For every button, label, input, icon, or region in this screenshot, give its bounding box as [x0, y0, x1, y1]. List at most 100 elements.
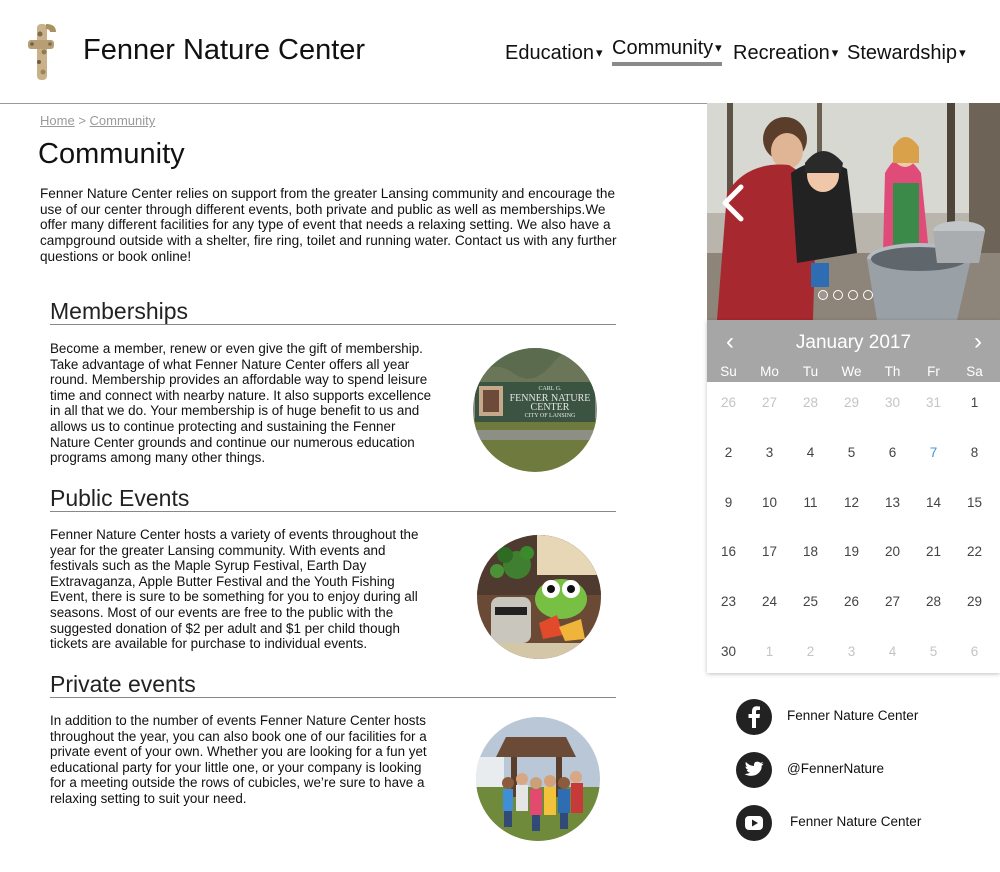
nav-recreation-label: Recreation [733, 42, 830, 64]
breadcrumb: Home > Community [40, 113, 155, 128]
twitter-icon[interactable] [736, 752, 772, 788]
nav-community[interactable]: Community ▾ [612, 37, 722, 60]
calendar-day[interactable]: 10 [749, 495, 790, 510]
calendar-day[interactable]: 27 [872, 594, 913, 609]
intro-paragraph: Fenner Nature Center relies on support f… [40, 186, 617, 264]
nav-education-label: Education [505, 42, 594, 64]
nav-stewardship-label: Stewardship [847, 42, 958, 64]
calendar-day[interactable]: 29 [954, 594, 995, 609]
private-events-photo [476, 717, 600, 841]
calendar-day[interactable]: 16 [708, 544, 749, 559]
nav-community-label: Community [612, 37, 714, 59]
calendar-day[interactable]: 4 [872, 644, 913, 659]
memberships-photo: CARL G. FENNER NATURE CENTER CITY OF LAN… [473, 348, 597, 472]
calendar-day[interactable]: 2 [790, 644, 831, 659]
calendar-day[interactable]: 13 [872, 495, 913, 510]
page-title: Community [38, 138, 185, 170]
memberships-text: Become a member, renew or even give the … [50, 341, 432, 466]
calendar-day[interactable]: 5 [831, 445, 872, 460]
calendar-day[interactable]: 15 [954, 495, 995, 510]
public-events-section: Public Events Fenner Nature Center hosts… [50, 485, 616, 659]
sign-text: CARL G. FENNER NATURE CENTER CITY OF LAN… [509, 386, 591, 419]
section-divider [50, 697, 616, 698]
calendar-next-month-button[interactable]: › [965, 328, 991, 356]
private-events-section: Private events In addition to the number… [50, 671, 616, 846]
calendar-day[interactable]: 6 [872, 445, 913, 460]
calendar-day[interactable]: 2 [708, 445, 749, 460]
chevron-down-icon: ▾ [715, 40, 722, 55]
weekday-label: Fr [927, 364, 940, 379]
calendar-day[interactable]: 18 [790, 544, 831, 559]
calendar-day[interactable]: 3 [831, 644, 872, 659]
memberships-heading: Memberships [50, 298, 189, 324]
slide-dot-1[interactable] [818, 290, 828, 300]
private-events-heading: Private events [50, 671, 196, 697]
calendar-day[interactable]: 21 [913, 544, 954, 559]
twitter-label[interactable]: @FennerNature [787, 761, 884, 776]
events-calendar: ‹ January 2017 › Su Mo Tu We Th Fr Sa 26 27 28 29… [707, 320, 1000, 673]
calendar-day[interactable]: 23 [708, 594, 749, 609]
weekday-label: Tu [802, 364, 819, 379]
nav-stewardship[interactable]: Stewardship ▾ [847, 42, 966, 65]
calendar-day[interactable]: 19 [831, 544, 872, 559]
calendar-day[interactable]: 5 [913, 644, 954, 659]
breadcrumb-home-link[interactable]: Home [40, 113, 75, 128]
nav-education[interactable]: Education ▾ [505, 42, 603, 65]
slide-dot-3[interactable] [848, 290, 858, 300]
calendar-header: ‹ January 2017 › Su Mo Tu We Th Fr Sa [707, 320, 1000, 382]
weekday-label: Sa [966, 364, 983, 379]
calendar-day[interactable]: 1 [749, 644, 790, 659]
calendar-day[interactable]: 27 [749, 395, 790, 410]
calendar-day[interactable]: 31 [913, 395, 954, 410]
weekday-label: Mo [760, 364, 779, 379]
weekday-label: Su [720, 364, 737, 379]
public-events-text: Fenner Nature Center hosts a variety of … [50, 527, 419, 652]
weekday-label: We [841, 364, 862, 379]
calendar-day[interactable]: 30 [708, 644, 749, 659]
youtube-icon[interactable] [736, 805, 772, 841]
section-divider [50, 511, 616, 512]
calendar-day[interactable]: 7 [913, 445, 954, 460]
calendar-day[interactable]: 29 [831, 395, 872, 410]
calendar-day[interactable]: 1 [954, 395, 995, 410]
youtube-label[interactable]: Fenner Nature Center [790, 814, 921, 829]
calendar-day[interactable]: 6 [954, 644, 995, 659]
calendar-day[interactable]: 12 [831, 495, 872, 510]
calendar-day[interactable]: 22 [954, 544, 995, 559]
calendar-month-title: January 2017 [795, 332, 912, 353]
calendar-day[interactable]: 28 [913, 594, 954, 609]
private-events-text: In addition to the number of events Fenn… [50, 713, 427, 806]
weekday-label: Th [884, 364, 901, 379]
facebook-label[interactable]: Fenner Nature Center [787, 708, 918, 723]
calendar-day[interactable]: 14 [913, 495, 954, 510]
calendar-day[interactable]: 11 [790, 495, 831, 510]
photo-slideshow[interactable] [707, 103, 1000, 320]
calendar-day[interactable]: 9 [708, 495, 749, 510]
nav-recreation[interactable]: Recreation ▾ [733, 42, 838, 65]
site-header: Fenner Nature Center Education ▾ Communit… [0, 0, 1000, 103]
facebook-icon[interactable] [736, 699, 772, 735]
fenner-logo[interactable] [26, 22, 58, 84]
calendar-day[interactable]: 25 [790, 594, 831, 609]
public-events-heading: Public Events [50, 485, 190, 511]
calendar-day[interactable]: 8 [954, 445, 995, 460]
slideshow-prev-arrow-icon[interactable] [719, 183, 749, 223]
calendar-day[interactable]: 24 [749, 594, 790, 609]
calendar-day[interactable]: 30 [872, 395, 913, 410]
slide-dot-2[interactable] [833, 290, 843, 300]
chevron-down-icon: ▾ [831, 45, 839, 60]
breadcrumb-current-link[interactable]: Community [90, 113, 156, 128]
calendar-day[interactable]: 26 [708, 395, 749, 410]
section-divider [50, 324, 616, 325]
calendar-day[interactable]: 28 [790, 395, 831, 410]
memberships-section: Memberships Become a member, renew or ev… [50, 298, 616, 472]
calendar-day[interactable]: 17 [749, 544, 790, 559]
calendar-day[interactable]: 26 [831, 594, 872, 609]
calendar-day[interactable]: 4 [790, 445, 831, 460]
slideshow-dots [818, 287, 878, 305]
site-title[interactable]: Fenner Nature Center [83, 34, 365, 67]
slide-dot-4[interactable] [863, 290, 873, 300]
public-events-photo [477, 535, 601, 659]
calendar-day[interactable]: 3 [749, 445, 790, 460]
calendar-day[interactable]: 20 [872, 544, 913, 559]
